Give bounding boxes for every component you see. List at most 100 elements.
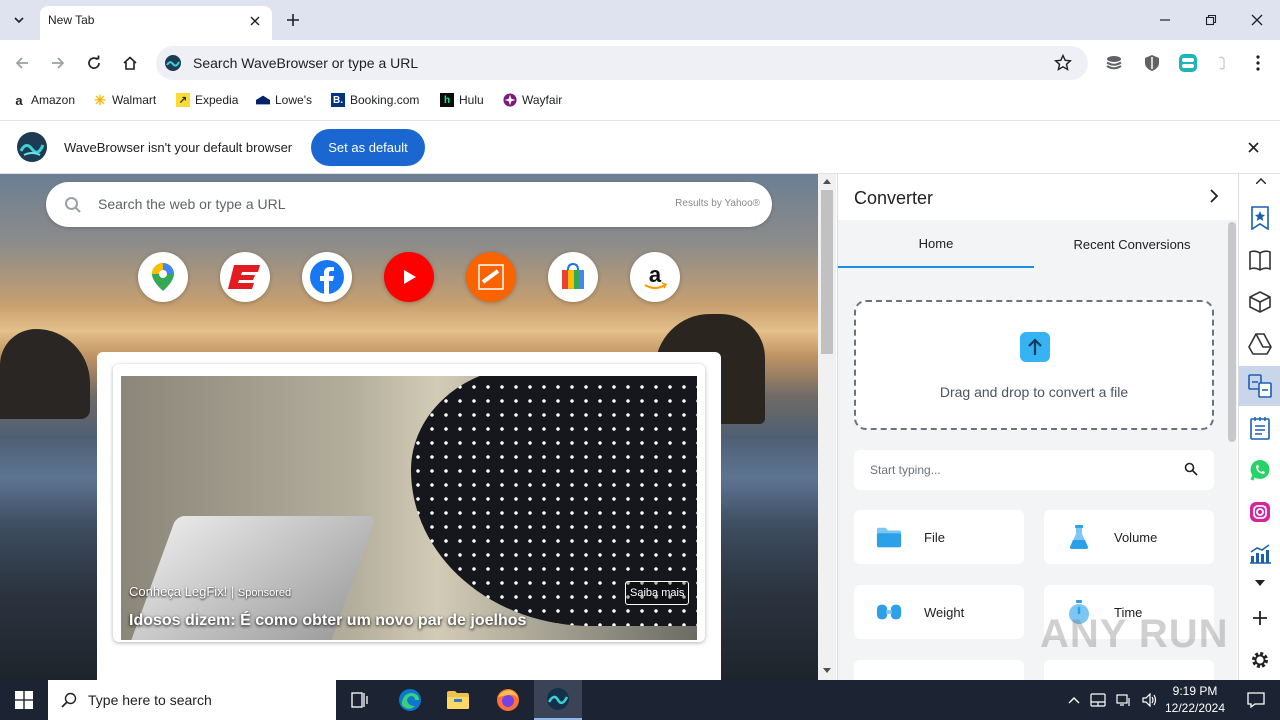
more-vertical-icon (1256, 55, 1260, 71)
side-panel-scrollbar[interactable] (1228, 222, 1236, 442)
page-scrollbar[interactable] (818, 174, 836, 680)
rail-reader-button[interactable] (1239, 240, 1280, 280)
network-icon[interactable] (1116, 693, 1132, 707)
forward-button[interactable] (44, 49, 72, 77)
category-weight[interactable]: Weight (854, 585, 1024, 639)
gear-icon (1252, 652, 1268, 668)
tile-espn[interactable] (220, 252, 270, 302)
rail-converter-button[interactable] (1239, 366, 1280, 406)
bookmark-hulu[interactable]: h Hulu (440, 90, 484, 110)
extension-shield-button[interactable] (1140, 51, 1164, 75)
menu-button[interactable] (1246, 51, 1270, 75)
chevron-up-icon[interactable] (1068, 696, 1080, 704)
amazon-icon: a (644, 262, 668, 289)
bookmark-expedia[interactable]: ↗ Expedia (176, 90, 238, 110)
chevron-up-icon[interactable] (1256, 178, 1266, 184)
ad-headline[interactable]: Idosos dizem: É como obter um novo par d… (129, 612, 526, 630)
taskbar-search-placeholder: Type here to search (88, 692, 212, 708)
taskbar-wavebrowser[interactable] (534, 680, 582, 720)
tab-close-button[interactable] (246, 12, 264, 30)
bookmark-wayfair[interactable]: Wayfair (503, 90, 562, 110)
extension-layers-button[interactable] (1102, 51, 1126, 75)
page-search-box[interactable]: Search the web or type a URL Results by … (46, 182, 772, 227)
converter-search-input[interactable]: Start typing... (854, 450, 1214, 490)
volume-icon[interactable] (1142, 693, 1158, 707)
address-bar[interactable]: Search WaveBrowser or type a URL (156, 46, 1088, 80)
notifications-button[interactable] (1232, 680, 1280, 720)
reload-button[interactable] (80, 49, 108, 77)
extension-toggle-button[interactable] (1176, 51, 1200, 75)
search-provider-label: Results by Yahoo® (675, 198, 760, 209)
side-rail (1238, 174, 1280, 680)
restore-button[interactable] (1188, 4, 1234, 36)
back-button[interactable] (8, 49, 36, 77)
rail-whatsapp-button[interactable] (1239, 450, 1280, 490)
start-button[interactable] (0, 680, 48, 720)
taskbar-search-box[interactable]: Type here to search (48, 680, 336, 720)
taskbar-edge[interactable] (386, 680, 434, 720)
scroll-down-icon[interactable] (823, 668, 831, 674)
chevron-down-icon[interactable] (1255, 580, 1265, 586)
rail-instagram-button[interactable] (1239, 492, 1280, 532)
rail-bookmarks-button[interactable] (1239, 198, 1280, 238)
tab-home[interactable]: Home (838, 220, 1034, 268)
ad-sponsored-label: Sponsored (237, 587, 292, 599)
scroll-up-icon[interactable] (823, 178, 831, 184)
tab-new-tab[interactable]: New Tab (40, 6, 272, 40)
dropzone-text: Drag and drop to convert a file (939, 384, 1129, 400)
facebook-icon (310, 260, 344, 295)
category-volume[interactable]: Volume (1044, 510, 1214, 564)
rail-settings-button[interactable] (1239, 640, 1280, 680)
extension-puzzle-button[interactable] (1210, 51, 1234, 75)
minimize-button[interactable] (1142, 4, 1188, 36)
svg-text:a: a (649, 262, 662, 287)
page-scrollbar-thumb[interactable] (821, 190, 833, 354)
bookmark-label: Expedia (195, 93, 239, 107)
rail-add-button[interactable] (1239, 598, 1280, 638)
tile-maps[interactable] (138, 252, 188, 302)
walmart-icon: ✳ (94, 91, 106, 108)
close-icon[interactable] (1248, 142, 1259, 153)
bookmark-booking[interactable]: B. Booking.com (331, 90, 419, 110)
category-more[interactable] (1044, 660, 1214, 680)
bookmark-walmart[interactable]: ✳ Walmart (93, 90, 156, 110)
star-icon[interactable] (1054, 54, 1072, 72)
category-file[interactable]: File (854, 510, 1024, 564)
task-view-button[interactable] (336, 680, 384, 720)
tile-youtube[interactable] (384, 252, 434, 302)
taskbar-firefox[interactable] (484, 680, 532, 720)
home-button[interactable] (116, 49, 144, 77)
ad-frame[interactable]: Conheça LegFix! | Sponsored Idosos dizem… (113, 364, 705, 642)
touchpad-icon[interactable] (1090, 693, 1106, 707)
bookmark-lowes[interactable]: Lowe's (256, 90, 312, 110)
rail-notes-button[interactable] (1239, 408, 1280, 448)
new-tab-button[interactable] (280, 8, 306, 32)
taskbar-file-explorer[interactable] (434, 680, 482, 720)
reload-icon (88, 55, 100, 69)
toggle-extension-icon (1179, 54, 1197, 72)
page-search-placeholder: Search the web or type a URL (98, 196, 286, 212)
tab-search-dropdown-button[interactable] (6, 8, 32, 32)
shopping-bag-icon (562, 262, 584, 289)
sponsored-ad-card: Conheça LegFix! | Sponsored Idosos dizem… (97, 352, 721, 680)
category-more[interactable] (854, 660, 1024, 680)
notification-icon (1247, 692, 1265, 709)
side-panel-collapse-button[interactable] (1204, 186, 1224, 206)
rail-package-button[interactable] (1239, 282, 1280, 322)
rail-drive-button[interactable] (1239, 324, 1280, 364)
weight-icon (876, 599, 902, 625)
taskbar-clock[interactable]: 9:19 PM 12/22/2024 (1160, 683, 1230, 717)
bookmark-amazon[interactable]: a Amazon (12, 90, 75, 110)
tile-amazon[interactable]: a (630, 252, 680, 302)
tab-recent-conversions[interactable]: Recent Conversions (1034, 220, 1230, 268)
rail-stocks-button[interactable] (1239, 534, 1280, 574)
file-dropzone[interactable]: Drag and drop to convert a file (854, 300, 1214, 430)
tile-home-depot[interactable] (466, 252, 516, 302)
close-window-button[interactable] (1234, 4, 1280, 36)
ad-cta-button[interactable]: Saiba mais (625, 581, 690, 605)
upload-icon (1020, 332, 1050, 362)
tile-facebook[interactable] (302, 252, 352, 302)
set-as-default-button[interactable]: Set as default (311, 129, 425, 166)
tile-shopping[interactable] (548, 252, 598, 302)
ad-image[interactable]: Conheça LegFix! | Sponsored Idosos dizem… (121, 376, 697, 640)
